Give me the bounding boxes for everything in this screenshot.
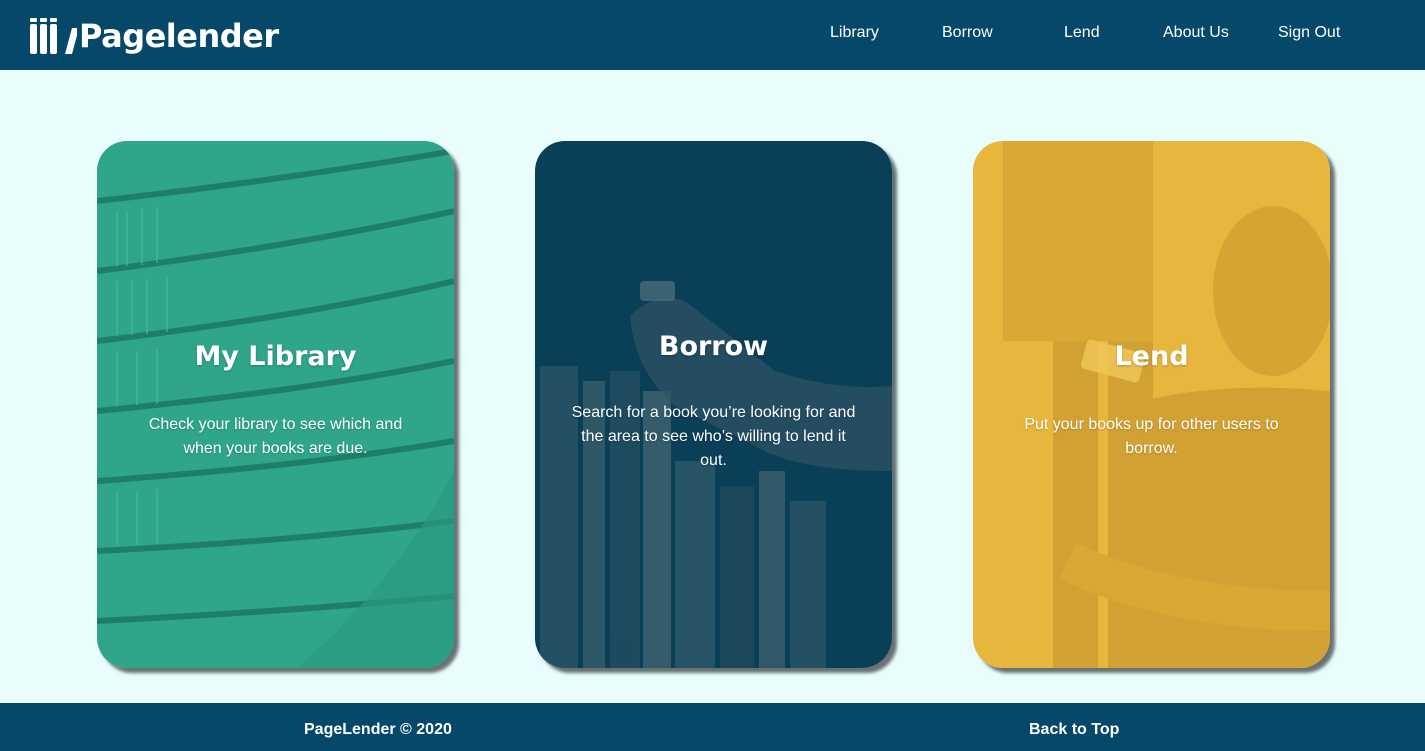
nav-borrow[interactable]: Borrow xyxy=(942,24,993,42)
nav-sign-out[interactable]: Sign Out xyxy=(1278,24,1340,42)
back-to-top-link[interactable]: Back to Top xyxy=(1029,721,1119,739)
card-title: Lend xyxy=(1114,341,1189,372)
top-navbar: Pagelender Library Borrow Lend About Us … xyxy=(0,0,1425,70)
footer: PageLender © 2020 Back to Top xyxy=(0,703,1425,751)
my-library-card[interactable]: My Library Check your library to see whi… xyxy=(97,141,454,668)
nav-library[interactable]: Library xyxy=(830,24,879,42)
borrow-card[interactable]: Borrow Search for a book you’re looking … xyxy=(535,141,892,668)
copyright-text: PageLender © 2020 xyxy=(304,721,452,738)
library-shelves-image xyxy=(97,141,454,668)
card-description: Check your library to see which and when… xyxy=(148,416,403,457)
nav-lend[interactable]: Lend xyxy=(1064,24,1100,42)
logo[interactable]: Pagelender xyxy=(29,14,279,58)
books-logo-icon xyxy=(30,18,77,54)
card-title: My Library xyxy=(194,341,357,372)
nav-about-us[interactable]: About Us xyxy=(1163,24,1229,42)
card-description: Search for a book you’re looking for and… xyxy=(571,404,856,469)
card-title: Borrow xyxy=(658,331,769,362)
lend-card[interactable]: Lend Put your books up for other users t… xyxy=(973,141,1330,668)
logo-text: Pagelender xyxy=(79,17,279,55)
card-description: Put your books up for other users to bor… xyxy=(1024,416,1279,457)
people-exchange-image xyxy=(973,141,1330,668)
